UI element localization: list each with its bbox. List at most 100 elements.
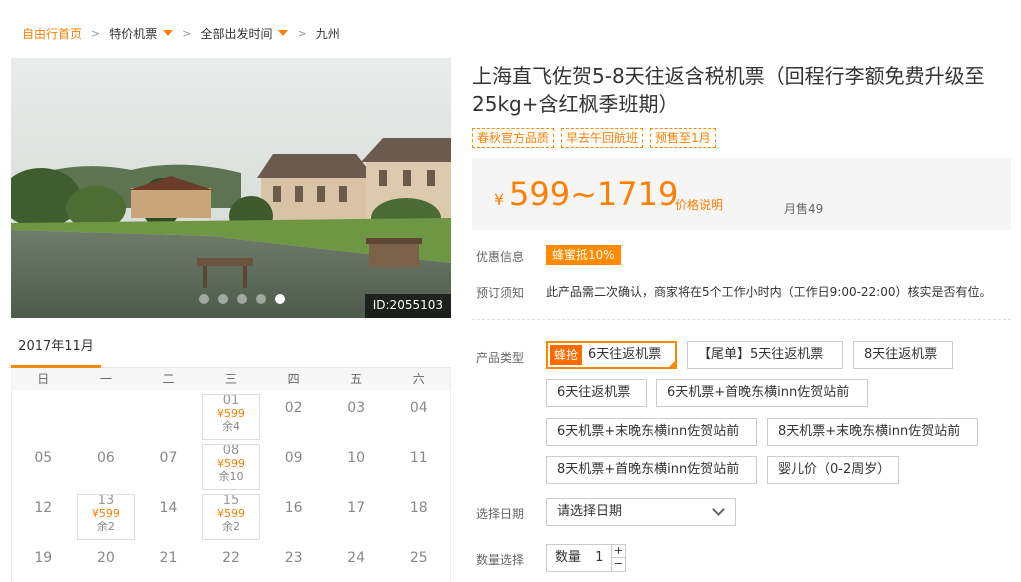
product-tag: 春秋官方品质	[472, 128, 555, 148]
chevron-right-icon: >	[91, 26, 101, 40]
breadcrumb-time-label: 全部出发时间	[200, 26, 273, 41]
chevron-down-icon	[712, 503, 725, 516]
day-number: 07	[159, 450, 178, 466]
product-option[interactable]: 6天机票+末晚东横inn佐贺站前	[546, 418, 757, 446]
promo-label: 优惠信息	[476, 250, 525, 264]
carousel-dot[interactable]	[256, 294, 266, 304]
day-number: 05	[34, 450, 53, 466]
product-option-selected[interactable]: 蜂抢 6天往返机票	[546, 341, 677, 369]
breadcrumb-category-label: 特价机票	[109, 26, 158, 41]
calendar-week-row: 19 20 21 22 23 24 25	[12, 540, 450, 582]
calendar-day: 02	[262, 390, 325, 440]
product-option[interactable]: 婴儿价（0-2周岁）	[767, 456, 899, 484]
calendar-day-available[interactable]: 15 ¥599 余2	[200, 490, 263, 540]
decrement-button[interactable]: −	[612, 558, 625, 571]
product-option-label: 6天往返机票	[557, 385, 631, 400]
day-number: 23	[284, 550, 303, 566]
calendar-grid: 日 一 二 三 四 五 六 01 ¥599 余4 02 03 04 05 06 07 08 ¥599 余10 09 1…	[11, 368, 451, 582]
breadcrumb-category-dropdown[interactable]: 特价机票	[109, 25, 174, 42]
breadcrumb-time-dropdown[interactable]: 全部出发时间	[200, 25, 289, 42]
price-explanation-link[interactable]: 价格说明	[675, 196, 723, 213]
quantity-label: 数量选择	[476, 553, 525, 567]
weekday-label: 日	[37, 372, 50, 386]
hot-badge: 蜂抢	[550, 345, 583, 365]
calendar-day: 16	[262, 490, 325, 540]
weekday-label: 一	[99, 372, 112, 386]
calendar-day: 20	[75, 540, 138, 582]
weekday-label: 六	[412, 372, 425, 386]
breadcrumb-home-link[interactable]: 自由行首页	[22, 25, 82, 42]
selected-check-icon	[667, 359, 677, 369]
caret-down-icon	[278, 30, 289, 36]
product-photo-carousel[interactable]: ID:2055103	[11, 58, 451, 318]
breadcrumb: 自由行首页 > 特价机票 > 全部出发时间 > 九州	[22, 24, 340, 42]
calendar-day: 21	[137, 540, 200, 582]
weekday-label: 五	[350, 372, 363, 386]
calendar-day: 07	[137, 440, 200, 490]
price-currency: ¥	[494, 190, 505, 209]
product-option[interactable]: 8天机票+首晚东横inn佐贺站前	[546, 456, 757, 484]
product-option[interactable]: 6天往返机票	[546, 379, 647, 407]
product-option[interactable]: 8天机票+末晚东横inn佐贺站前	[767, 418, 978, 446]
calendar-week-row: 05 06 07 08 ¥599 余10 09 10 11	[12, 440, 450, 490]
calendar-day-available[interactable]: 13 ¥599 余2	[75, 490, 138, 540]
calendar-day: 11	[387, 440, 450, 490]
product-option[interactable]: 8天往返机票	[853, 341, 953, 369]
day-number: 24	[347, 550, 366, 566]
calendar-weeks: 01 ¥599 余4 02 03 04 05 06 07 08 ¥599 余10 09 10 11 12 13 ¥…	[12, 390, 450, 582]
day-number: 06	[96, 450, 115, 466]
day-number: 04	[409, 400, 428, 416]
day-cell-border	[76, 494, 135, 540]
chevron-right-icon: >	[297, 26, 307, 40]
day-number: 25	[409, 550, 428, 566]
carousel-dot[interactable]	[199, 294, 209, 304]
calendar-day: 09	[262, 440, 325, 490]
calendar-week-row: 01 ¥599 余4 02 03 04	[12, 390, 450, 440]
day-cell-border	[201, 444, 260, 490]
calendar-day: 14	[137, 490, 200, 540]
calendar-day: 23	[262, 540, 325, 582]
date-select[interactable]: 请选择日期	[546, 498, 736, 526]
carousel-dot[interactable]	[237, 294, 247, 304]
calendar-day: 19	[12, 540, 75, 582]
quantity-steps: + −	[611, 545, 625, 571]
product-option-label: 【尾单】5天往返机票	[698, 347, 824, 362]
day-number: 11	[409, 450, 428, 466]
calendar-day: 04	[387, 390, 450, 440]
day-cell-border	[201, 394, 260, 440]
day-number: 22	[222, 550, 240, 566]
notice-text: 此产品需二次确认，商家将在5个工作小时内（工作日9:00-22:00）核实是否有…	[546, 285, 992, 299]
calendar-day-available[interactable]: 01 ¥599 余4	[200, 390, 263, 440]
day-number: 17	[347, 500, 366, 516]
product-option-label: 8天往返机票	[864, 347, 938, 362]
day-cell-border	[201, 494, 260, 540]
product-option-label: 8天机票+末晚东横inn佐贺站前	[778, 424, 961, 439]
product-option[interactable]: 【尾单】5天往返机票	[687, 341, 843, 369]
product-option-label: 8天机票+首晚东横inn佐贺站前	[557, 462, 740, 477]
product-tags: 春秋官方品质 早去午回航班 预售至1月	[472, 128, 716, 148]
price-range: 599~1719	[509, 175, 679, 213]
calendar-day: 22	[200, 540, 263, 582]
carousel-dot[interactable]	[218, 294, 228, 304]
product-option[interactable]: 6天机票+首晚东横inn佐贺站前	[656, 379, 868, 407]
calendar-month-tab[interactable]: 2017年11月	[11, 332, 101, 368]
carousel-dots	[199, 294, 285, 304]
calendar-day: 18	[387, 490, 450, 540]
caret-down-icon	[163, 30, 174, 36]
product-title: 上海直飞佐贺5-8天往返含税机票（回程行李额免费升级至25kg+含红枫季班期）	[472, 64, 985, 116]
monthly-sales: 月售49	[784, 202, 824, 216]
carousel-dot[interactable]	[275, 294, 285, 304]
product-tag: 早去午回航班	[561, 128, 644, 148]
quantity-stepper[interactable]: 数量 1 + −	[546, 544, 626, 572]
chevron-right-icon: >	[182, 26, 192, 40]
notice-label: 预订须知	[476, 286, 525, 300]
product-option-label: 6天机票+首晚东横inn佐贺站前	[667, 385, 850, 400]
quantity-value[interactable]: 1	[595, 550, 603, 565]
day-number: 03	[347, 400, 366, 416]
breadcrumb-current: 九州	[315, 26, 340, 41]
calendar-day	[12, 390, 75, 440]
calendar-day: 03	[325, 390, 388, 440]
day-number: 09	[284, 450, 303, 466]
calendar-day-available[interactable]: 08 ¥599 余10	[200, 440, 263, 490]
day-number: 18	[409, 500, 428, 516]
